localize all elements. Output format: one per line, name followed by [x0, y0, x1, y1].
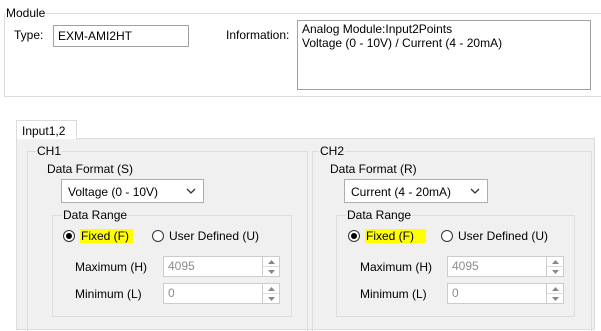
ch2-data-format-select[interactable]: Current (4 - 20mA) — [344, 179, 488, 203]
ch1-user-defined-radio[interactable]: User Defined (U) — [152, 228, 259, 244]
spin-up-icon[interactable] — [263, 257, 279, 267]
ch1-data-range-label: Data Range — [62, 208, 129, 222]
tab-input-1-2[interactable]: Input1,2 — [16, 120, 77, 139]
module-group-label: Module — [5, 6, 47, 20]
ch1-fixed-radio[interactable]: Fixed (F) — [63, 228, 133, 244]
radio-unselected-icon — [152, 230, 164, 242]
type-value: EXM-AMI2HT — [58, 29, 133, 43]
information-line-2: Voltage (0 - 10V) / Current (4 - 20mA) — [302, 36, 503, 50]
spin-down-icon[interactable] — [547, 294, 563, 303]
ch2-data-range-label: Data Range — [346, 208, 413, 222]
ch2-label: CH2 — [319, 144, 346, 158]
ch2-maximum-value: 4095 — [452, 259, 479, 273]
ch2-minimum-input[interactable]: 0 — [447, 283, 564, 304]
ch1-data-format-value: Voltage (0 - 10V) — [68, 185, 159, 199]
radio-selected-icon — [63, 230, 75, 242]
ch1-label: CH1 — [36, 144, 63, 158]
ch1-minimum-label: Minimum (L) — [75, 287, 142, 301]
spin-up-icon[interactable] — [547, 284, 563, 294]
ch1-minimum-input[interactable]: 0 — [163, 283, 280, 304]
ch2-fixed-label: Fixed (F) — [365, 229, 426, 243]
chevron-down-icon — [186, 188, 196, 194]
ch1-data-format-label: Data Format (S) — [47, 162, 134, 176]
ch2-fixed-radio[interactable]: Fixed (F) — [348, 228, 426, 244]
ch1-maximum-input[interactable]: 4095 — [163, 256, 280, 277]
information-field: Analog Module:Input2Points Voltage (0 - … — [297, 20, 591, 90]
radio-selected-icon — [348, 230, 360, 242]
ch1-data-format-select[interactable]: Voltage (0 - 10V) — [61, 179, 204, 203]
type-label: Type: — [14, 28, 44, 42]
ch1-user-defined-label: User Defined (U) — [169, 229, 260, 243]
spin-up-icon[interactable] — [263, 284, 279, 294]
radio-unselected-icon — [441, 230, 453, 242]
spin-down-icon[interactable] — [263, 267, 279, 276]
ch1-fixed-label: Fixed (F) — [80, 229, 133, 243]
chevron-down-icon — [470, 188, 480, 194]
ch1-maximum-value: 4095 — [168, 259, 195, 273]
ch2-data-format-value: Current (4 - 20mA) — [351, 185, 452, 199]
ch2-data-format-label: Data Format (R) — [330, 162, 417, 176]
ch2-minimum-value: 0 — [452, 286, 459, 300]
spin-up-icon[interactable] — [547, 257, 563, 267]
ch1-minimum-value: 0 — [168, 286, 175, 300]
spin-down-icon[interactable] — [263, 294, 279, 303]
ch2-user-defined-label: User Defined (U) — [458, 229, 549, 243]
ch1-maximum-label: Maximum (H) — [75, 260, 147, 274]
ch2-maximum-input[interactable]: 4095 — [447, 256, 564, 277]
information-label: Information: — [226, 28, 290, 42]
ch2-maximum-label: Maximum (H) — [360, 260, 432, 274]
ch2-user-defined-radio[interactable]: User Defined (U) — [441, 228, 548, 244]
type-field: EXM-AMI2HT — [53, 25, 189, 47]
ch2-minimum-label: Minimum (L) — [360, 287, 427, 301]
information-line-1: Analog Module:Input2Points — [302, 22, 453, 36]
spin-down-icon[interactable] — [547, 267, 563, 276]
